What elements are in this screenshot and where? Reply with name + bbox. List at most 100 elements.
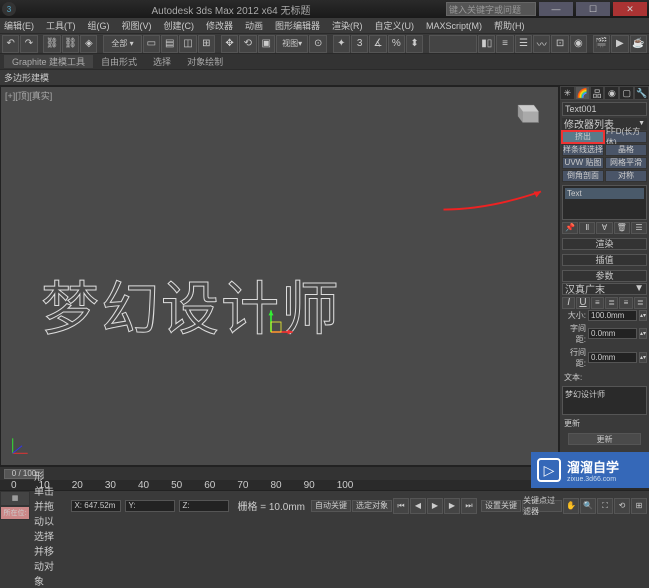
font-dropdown[interactable]: 汉真广末▼ [562, 283, 647, 295]
modifier-stack[interactable]: Text [562, 185, 647, 220]
remove-modifier-button[interactable]: 🗑 [614, 222, 630, 234]
object-name-field[interactable]: Text001 [562, 102, 647, 116]
ribbon-group-polymodel[interactable]: 多边形建模 [4, 71, 49, 84]
maxscript-mini-button[interactable]: ▦ [0, 491, 30, 506]
mod-symmetry-button[interactable]: 对称 [605, 170, 647, 182]
mod-extrude-button[interactable]: 挤出 [562, 131, 604, 143]
coord-x-input[interactable]: X: 647.52m [71, 500, 121, 512]
viewport[interactable]: [+][顶][真实] 梦幻设计师 [0, 86, 559, 466]
menu-create[interactable]: 创建(C) [164, 19, 195, 32]
window-crossing[interactable]: ⊞ [198, 35, 215, 53]
unlink-button[interactable]: ⛓ [62, 35, 79, 53]
curve-editor-button[interactable]: 〰 [533, 35, 550, 53]
close-button[interactable]: ✕ [613, 2, 647, 16]
undo-button[interactable]: ↶ [2, 35, 19, 53]
viewcube[interactable] [510, 99, 542, 127]
select-button[interactable]: ▭ [143, 35, 160, 53]
mod-lattice-button[interactable]: 晶格 [605, 144, 647, 156]
align-justify-button[interactable]: ≣ [634, 297, 647, 309]
mod-bevelprofile-button[interactable]: 倒角剖面 [562, 170, 604, 182]
menu-customize[interactable]: 自定义(U) [375, 19, 415, 32]
viewport-text-object[interactable]: 梦幻设计师 [41, 262, 341, 346]
ribbon-tab-objectpaint[interactable]: 对象绘制 [179, 55, 231, 68]
menu-modifiers[interactable]: 修改器 [206, 19, 233, 32]
italic-button[interactable]: I [562, 297, 575, 309]
select-filter[interactable]: 全部 ▾ [103, 35, 141, 53]
pivot-button[interactable]: ⊙ [309, 35, 326, 53]
leading-spinner[interactable]: ▴▾ [639, 352, 647, 363]
rollout-interp[interactable]: 插值 [562, 254, 647, 266]
bind-button[interactable]: ◈ [80, 35, 97, 53]
menu-views[interactable]: 视图(V) [122, 19, 152, 32]
text-content-input[interactable]: 梦幻设计师 [562, 386, 647, 415]
snap-toggle[interactable]: 3 [351, 35, 368, 53]
keyfilter-button[interactable]: 关键点过滤器 [522, 500, 562, 512]
align-button[interactable]: ≡ [496, 35, 513, 53]
menu-group[interactable]: 组(G) [88, 19, 110, 32]
minimize-button[interactable]: — [539, 2, 573, 16]
mirror-button[interactable]: ▮▯ [478, 35, 495, 53]
viewport-label[interactable]: [+][顶][真实] [5, 89, 52, 102]
selected-dropdown[interactable]: 选定对象 [352, 500, 392, 512]
kerning-input[interactable]: 0.0mm [588, 328, 637, 339]
manipulate-button[interactable]: ✦ [333, 35, 350, 53]
angle-snap[interactable]: ∡ [369, 35, 386, 53]
help-search-input[interactable]: 键入关键字或问题 [446, 2, 536, 16]
link-button[interactable]: ⛓ [43, 35, 60, 53]
size-spinner[interactable]: ▴▾ [639, 310, 647, 321]
autokey-button[interactable]: 自动关键 [311, 500, 351, 512]
move-gizmo[interactable] [246, 307, 296, 357]
select-region[interactable]: ◫ [179, 35, 196, 53]
underline-button[interactable]: U [576, 297, 589, 309]
layers-button[interactable]: ☰ [515, 35, 532, 53]
schematic-button[interactable]: ⊡ [551, 35, 568, 53]
refcoord-dropdown[interactable]: 视图▾ [276, 35, 309, 53]
align-right-button[interactable]: ≡ [619, 297, 632, 309]
leading-input[interactable]: 0.0mm [588, 352, 637, 363]
named-sets[interactable] [429, 35, 477, 53]
menu-edit[interactable]: 编辑(E) [4, 19, 34, 32]
scale-button[interactable]: ▣ [258, 35, 275, 53]
ribbon-tab-selection[interactable]: 选择 [145, 55, 179, 68]
spinner-snap[interactable]: ⬍ [406, 35, 423, 53]
mod-uvwmap-button[interactable]: UVW 贴图 [562, 157, 604, 169]
rotate-button[interactable]: ⟲ [239, 35, 256, 53]
coord-y-input[interactable]: Y: [125, 500, 175, 512]
maximize-button[interactable]: ☐ [576, 2, 610, 16]
setkey-button[interactable]: 设置关键 [481, 500, 521, 512]
material-editor-button[interactable]: ◉ [570, 35, 587, 53]
hierarchy-tab[interactable]: 品 [590, 86, 605, 100]
mod-meshsmooth-button[interactable]: 网格平滑 [605, 157, 647, 169]
update-button[interactable]: 更新 [568, 433, 641, 445]
rollout-render[interactable]: 渲染 [562, 238, 647, 250]
menu-maxscript[interactable]: MAXScript(M) [426, 21, 482, 31]
menu-help[interactable]: 帮助(H) [494, 19, 525, 32]
size-input[interactable]: 100.0mm [588, 310, 637, 321]
modify-tab[interactable]: 🌈 [575, 86, 590, 100]
stack-item-text[interactable]: Text [565, 188, 644, 199]
listener-button[interactable]: 所在位: [0, 506, 30, 521]
show-end-result-button[interactable]: Ⅱ [579, 222, 595, 234]
align-center-button[interactable]: ≣ [605, 297, 618, 309]
make-unique-button[interactable]: ∀ [596, 222, 612, 234]
motion-tab[interactable]: ◉ [604, 86, 619, 100]
app-logo[interactable]: 3 [2, 2, 16, 16]
render-frame-button[interactable]: ▶ [611, 35, 628, 53]
rollout-params[interactable]: 参数 [562, 270, 647, 282]
mod-ffd-button[interactable]: FFD(长方体) [605, 131, 647, 143]
ribbon-tab-graphite[interactable]: Graphite 建模工具 [4, 55, 93, 68]
align-left-button[interactable]: ≡ [591, 297, 604, 309]
percent-snap[interactable]: % [388, 35, 405, 53]
utilities-tab[interactable]: 🔧 [634, 86, 649, 100]
redo-button[interactable]: ↷ [20, 35, 37, 53]
menu-grapheditors[interactable]: 图形编辑器 [275, 19, 320, 32]
menu-animation[interactable]: 动画 [245, 19, 263, 32]
coord-z-input[interactable]: Z: [179, 500, 229, 512]
create-tab[interactable]: ✳ [560, 86, 575, 100]
render-setup-button[interactable]: 🎬 [593, 35, 610, 53]
move-button[interactable]: ✥ [221, 35, 238, 53]
menu-rendering[interactable]: 渲染(R) [332, 19, 363, 32]
ribbon-tab-freeform[interactable]: 自由形式 [93, 55, 145, 68]
configure-sets-button[interactable]: ☰ [631, 222, 647, 234]
menu-tools[interactable]: 工具(T) [46, 19, 76, 32]
